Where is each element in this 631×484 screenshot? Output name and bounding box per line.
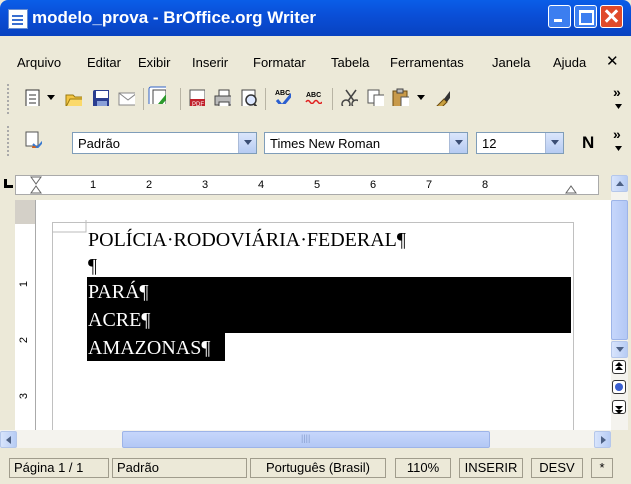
new-document-icon[interactable] bbox=[23, 88, 41, 106]
status-page-style[interactable]: Padrão bbox=[112, 458, 247, 478]
autospellcheck-icon[interactable]: ABC bbox=[304, 86, 322, 104]
toolbar-separator bbox=[265, 88, 266, 110]
scroll-up-button[interactable] bbox=[611, 175, 628, 192]
toolbar-overflow-arrow-icon[interactable] bbox=[615, 104, 631, 122]
ruler-number: 2 bbox=[146, 179, 153, 191]
ruler-number: 7 bbox=[426, 179, 433, 191]
format-toolbar-grip[interactable] bbox=[7, 126, 12, 156]
ruler-number: 4 bbox=[258, 179, 265, 191]
font-name-dropdown-icon[interactable] bbox=[449, 133, 467, 153]
spellcheck-icon[interactable]: ABC bbox=[273, 86, 291, 104]
svg-text:PDF: PDF bbox=[192, 102, 204, 106]
scroll-right-button[interactable] bbox=[594, 431, 611, 448]
clone-formatting-icon[interactable] bbox=[432, 88, 450, 106]
scroll-left-button[interactable] bbox=[0, 431, 17, 448]
status-language[interactable]: Português (Brasil) bbox=[250, 458, 386, 478]
vruler-number: 1 bbox=[18, 280, 31, 288]
menu-exibir[interactable]: Exibir bbox=[138, 55, 171, 70]
font-size-value: 12 bbox=[482, 136, 497, 151]
doc-line-title[interactable]: POLÍCIA·RODOVIÁRIA·FEDERAL¶ bbox=[88, 228, 406, 252]
left-indent-marker-icon[interactable] bbox=[30, 176, 42, 194]
export-pdf-icon[interactable]: PDF bbox=[187, 88, 205, 106]
font-size-dropdown-icon[interactable] bbox=[545, 133, 563, 153]
font-size-combo[interactable]: 12 bbox=[476, 132, 564, 154]
selection-highlight bbox=[87, 277, 571, 333]
print-preview-icon[interactable] bbox=[239, 88, 257, 106]
toolbar-overflow-icon[interactable]: » bbox=[613, 84, 621, 100]
toolbar-grip[interactable] bbox=[7, 84, 12, 114]
print-icon[interactable] bbox=[213, 88, 231, 106]
menu-ajuda[interactable]: Ajuda bbox=[553, 55, 586, 70]
menu-inserir[interactable]: Inserir bbox=[192, 55, 228, 70]
svg-text:ABC: ABC bbox=[306, 92, 321, 99]
menu-arquivo[interactable]: Arquivo bbox=[17, 55, 61, 70]
close-button[interactable] bbox=[600, 5, 623, 28]
writer-app-icon[interactable] bbox=[8, 9, 28, 29]
menu-ferramentas[interactable]: Ferramentas bbox=[390, 55, 464, 70]
ruler-number: 3 bbox=[202, 179, 209, 191]
maximize-button[interactable] bbox=[574, 5, 597, 28]
status-zoom[interactable]: 110% bbox=[395, 458, 451, 478]
ruler-number: 5 bbox=[314, 179, 321, 191]
save-icon[interactable] bbox=[91, 88, 109, 106]
toolbar-separator bbox=[180, 88, 181, 110]
vertical-ruler-margin bbox=[15, 200, 35, 224]
page-margin-corner bbox=[52, 220, 87, 233]
thumb-grip: |||| bbox=[301, 433, 311, 443]
horizontal-scroll-thumb[interactable]: |||| bbox=[122, 431, 490, 448]
minimize-button[interactable] bbox=[548, 5, 571, 28]
status-selection-mode[interactable]: DESV bbox=[531, 458, 583, 478]
ruler-number: 6 bbox=[370, 179, 377, 191]
window-title: modelo_prova - BrOffice.org Writer bbox=[32, 8, 317, 27]
paste-icon[interactable] bbox=[391, 88, 409, 106]
styles-formatting-icon[interactable] bbox=[24, 130, 42, 148]
doc-line-empty[interactable]: ¶ bbox=[88, 254, 97, 278]
toolbar-separator bbox=[143, 88, 144, 110]
vertical-scroll-thumb[interactable] bbox=[611, 200, 628, 340]
email-icon[interactable] bbox=[117, 88, 135, 106]
navigation-glyphs bbox=[615, 362, 623, 414]
paragraph-style-combo[interactable]: Padrão bbox=[72, 132, 257, 154]
document-close-icon[interactable]: ✕ bbox=[606, 52, 619, 70]
doc-line-amazonas[interactable]: AMAZONAS¶ bbox=[88, 336, 211, 360]
format-toolbar-overflow-arrow-icon[interactable] bbox=[615, 146, 631, 164]
new-dropdown-arrow-icon[interactable] bbox=[47, 94, 65, 112]
right-indent-marker-icon[interactable] bbox=[565, 176, 577, 194]
ruler-number: 8 bbox=[482, 179, 489, 191]
format-toolbar-overflow-icon[interactable]: » bbox=[613, 126, 621, 142]
menu-formatar[interactable]: Formatar bbox=[253, 55, 306, 70]
menu-tabela[interactable]: Tabela bbox=[331, 55, 369, 70]
paragraph-style-dropdown-icon[interactable] bbox=[238, 133, 256, 153]
scroll-down-button[interactable] bbox=[611, 341, 628, 358]
cut-icon[interactable] bbox=[340, 88, 358, 106]
edit-file-icon[interactable] bbox=[148, 86, 166, 104]
menu-editar[interactable]: Editar bbox=[87, 55, 121, 70]
svg-text:ABC: ABC bbox=[275, 90, 290, 97]
copy-icon[interactable] bbox=[366, 88, 384, 106]
open-folder-icon[interactable] bbox=[64, 88, 82, 106]
doc-line-acre[interactable]: ACRE¶ bbox=[88, 308, 151, 332]
status-modified[interactable]: * bbox=[591, 458, 613, 478]
horizontal-ruler[interactable] bbox=[15, 175, 599, 195]
tab-stop-selector[interactable] bbox=[1, 173, 15, 197]
menu-janela[interactable]: Janela bbox=[492, 55, 530, 70]
font-name-value: Times New Roman bbox=[270, 136, 381, 151]
vruler-number: 3 bbox=[18, 392, 31, 400]
bold-button[interactable]: N bbox=[582, 133, 594, 153]
vruler-number: 2 bbox=[18, 336, 31, 344]
ruler-number: 1 bbox=[90, 179, 97, 191]
status-page[interactable]: Página 1 / 1 bbox=[9, 458, 109, 478]
font-name-combo[interactable]: Times New Roman bbox=[264, 132, 468, 154]
toolbar-separator bbox=[332, 88, 333, 110]
status-insert-mode[interactable]: INSERIR bbox=[459, 458, 523, 478]
paragraph-style-value: Padrão bbox=[78, 136, 120, 151]
doc-line-para[interactable]: PARÁ¶ bbox=[88, 280, 149, 304]
